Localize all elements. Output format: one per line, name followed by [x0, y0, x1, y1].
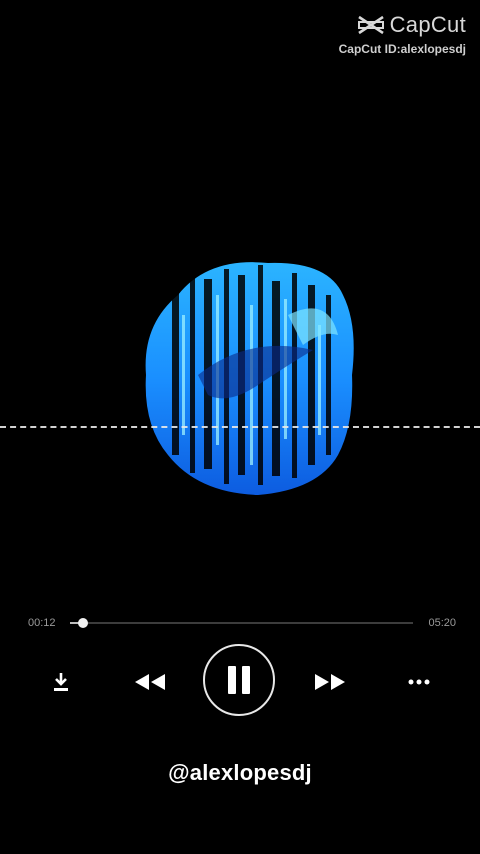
pause-button[interactable]: [203, 644, 275, 716]
pause-icon: [228, 666, 250, 694]
capcut-logo: CapCut: [339, 12, 466, 38]
download-icon: [54, 673, 68, 691]
total-time: 05:20: [428, 617, 456, 629]
more-icon: [408, 679, 430, 685]
fast-forward-icon: [315, 674, 345, 690]
artist-handle: @alexlopesdj: [168, 760, 312, 785]
album-art-logo: [145, 262, 354, 495]
capcut-logo-icon: [357, 15, 384, 35]
rewind-button[interactable]: [132, 668, 168, 696]
scan-line: [0, 426, 480, 428]
capcut-brand-text: CapCut: [389, 12, 466, 37]
capcut-watermark: CapCut CapCut ID:alexlopesdj: [339, 12, 466, 56]
rewind-icon: [135, 674, 165, 690]
capcut-id-text: CapCut ID:alexlopesdj: [338, 42, 466, 56]
progress-thumb[interactable]: [77, 618, 88, 628]
download-button[interactable]: [48, 668, 74, 696]
fast-forward-button[interactable]: [312, 668, 348, 696]
more-options-button[interactable]: [404, 668, 434, 696]
current-time: 00:12: [28, 617, 56, 629]
progress-track[interactable]: [70, 618, 413, 628]
